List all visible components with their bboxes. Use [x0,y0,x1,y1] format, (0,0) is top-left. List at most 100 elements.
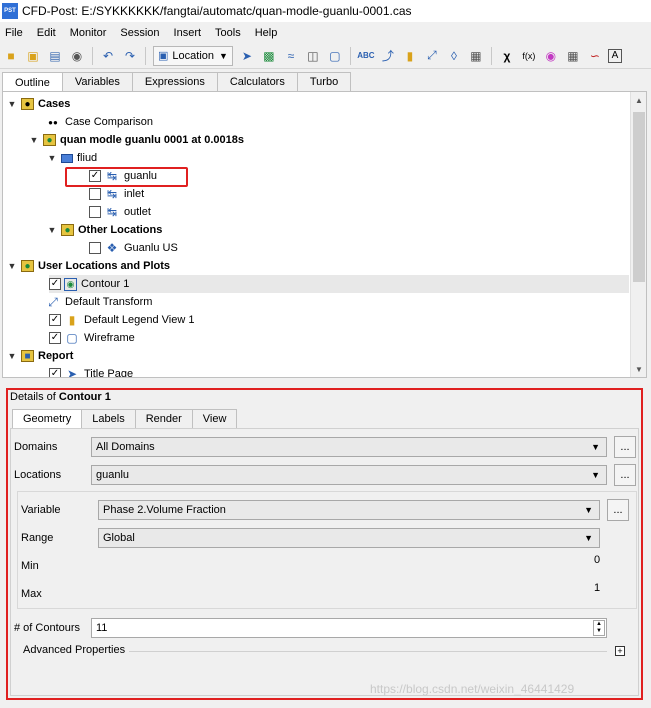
toolbar: ■ ▣ ▤ ◉ ↶ ↷ ▣ Location ▼ ➤ ▩ ≈ ◫ ▢ ABC ⤴… [0,43,651,69]
tree-scrollbar[interactable]: ▲ ▼ [630,92,646,377]
visibility-checkbox[interactable] [89,242,101,254]
text-icon[interactable]: ABC [357,47,375,65]
tree-item-default-transform[interactable]: ⤢ Default Transform [45,293,152,311]
toolbar-separator [92,46,93,65]
visibility-checkbox[interactable]: ✓ [49,332,61,344]
menu-monitor[interactable]: Monitor [63,27,114,39]
highlight-box [65,167,188,187]
outline-tree: ▼ ● Cases ●● Case Comparison ▼ ● quan mo… [2,91,647,378]
tab-expressions[interactable]: Expressions [131,72,218,91]
location-dropdown-button[interactable]: ▣ Location ▼ [153,45,233,66]
tree-item-report[interactable]: ▼ ■ Report [7,347,73,365]
load-state-icon[interactable]: ▣ [24,47,42,65]
variable-browse-button[interactable]: ... [607,499,629,521]
chevron-down-icon[interactable]: ▼ [29,135,39,145]
tree-item-other-locations[interactable]: ▼ ● Other Locations [47,221,162,239]
toolbar-separator [490,46,492,65]
redo-icon[interactable]: ↷ [121,47,139,65]
scroll-up-icon[interactable]: ▲ [631,92,646,108]
toolbar-separator [349,46,351,65]
menu-bar: File Edit Monitor Session Insert Tools H… [0,24,651,42]
expand-plus-icon[interactable]: + [615,646,625,656]
chevron-down-icon[interactable]: ▼ [7,261,17,271]
chevron-down-icon[interactable]: ▼ [7,351,17,361]
streamline-icon[interactable]: ≈ [282,47,300,65]
tab-turbo[interactable]: Turbo [296,72,352,91]
vector-icon[interactable]: ➤ [238,47,256,65]
legend-icon[interactable]: ▮ [401,47,419,65]
tree-item-case[interactable]: ▼ ● quan modle guanlu 0001 at 0.0018s [29,131,244,149]
comment-icon[interactable]: A [607,48,622,63]
tab-geometry[interactable]: Geometry [12,409,83,428]
tab-variables[interactable]: Variables [61,72,133,91]
contour-icon[interactable]: ▩ [260,47,278,65]
advanced-properties-label[interactable]: Advanced Properties [23,644,125,656]
tree-label: inlet [124,188,145,200]
tree-label: Contour 1 [81,278,130,290]
tab-labels[interactable]: Labels [81,409,136,428]
chart-icon[interactable]: ∽ [586,47,604,65]
tree-item-user-locations[interactable]: ▼ ● User Locations and Plots [7,257,170,275]
tab-calculators[interactable]: Calculators [216,72,298,91]
range-select[interactable]: Global ▼ [98,528,600,548]
scroll-down-icon[interactable]: ▼ [631,361,646,377]
menu-tools[interactable]: Tools [208,27,248,39]
tree-label: quan modle guanlu 0001 at 0.0018s [60,134,245,146]
chevron-down-icon[interactable]: ▼ [47,153,57,163]
case-comparison-icon: ●● [48,117,58,127]
clip-plane-icon[interactable]: ◊ [445,47,463,65]
tab-outline[interactable]: Outline [2,72,63,92]
tree-item-inlet[interactable]: ↹ inlet [89,185,144,203]
menu-session[interactable]: Session [113,27,166,39]
boundary-icon: ↹ [106,187,118,201]
domains-label: Domains [14,441,58,453]
locations-select[interactable]: guanlu ▼ [91,465,607,485]
menu-insert[interactable]: Insert [167,27,209,39]
tree-item-cases[interactable]: ▼ ● Cases [7,95,70,113]
variable-icon[interactable]: χ [498,47,516,65]
variable-select[interactable]: Phase 2.Volume Fraction ▼ [98,500,600,520]
details-panel: Details of Contour 1 Geometry Labels Ren… [6,388,643,700]
visibility-checkbox[interactable]: ✓ [49,278,61,290]
tree-item-case-comparison[interactable]: ●● Case Comparison [45,113,153,131]
locations-browse-button[interactable]: ... [614,464,636,486]
tree-item-contour-1[interactable]: ✓ ◉ Contour 1 [49,275,629,293]
tab-view[interactable]: View [191,409,238,428]
undo-icon[interactable]: ↶ [99,47,117,65]
menu-edit[interactable]: Edit [30,27,63,39]
color-map-icon[interactable]: ▦ [467,47,485,65]
tree-label: Title Page [84,368,134,378]
menu-help[interactable]: Help [248,27,285,39]
visibility-checkbox[interactable]: ✓ [49,368,61,377]
instance-transform-icon[interactable]: ⤢ [423,47,441,65]
tree-item-title-page[interactable]: ✓ ➤ Title Page [49,365,134,378]
coordinate-frame-icon[interactable]: ⤴ [379,47,397,65]
screenshot-icon[interactable]: ◉ [68,47,86,65]
contours-spinbox[interactable]: 11 ▲ ▼ [91,618,607,638]
visibility-checkbox[interactable]: ✓ [49,314,61,326]
max-value: 1 [594,582,601,594]
details-tabs: Geometry Labels Render View [12,409,238,428]
visibility-checkbox[interactable] [89,188,101,200]
visibility-checkbox[interactable] [89,206,101,218]
expression-icon[interactable]: f(x) [520,47,538,65]
domains-browse-button[interactable]: ... [614,436,636,458]
menu-file[interactable]: File [0,27,30,39]
spin-arrows-icon[interactable]: ▲ ▼ [593,620,605,636]
save-icon[interactable]: ▤ [46,47,64,65]
chevron-down-icon[interactable]: ▼ [7,99,17,109]
volume-rendering-icon[interactable]: ▢ [326,47,344,65]
domains-select[interactable]: All Domains ▼ [91,437,607,457]
open-folder-icon[interactable]: ■ [2,47,20,65]
macro-icon[interactable]: ◉ [542,47,560,65]
tab-render[interactable]: Render [134,409,193,428]
tree-item-outlet[interactable]: ↹ outlet [89,203,151,221]
table-icon[interactable]: ▦ [564,47,582,65]
scroll-thumb[interactable] [633,112,645,282]
particle-track-icon[interactable]: ◫ [304,47,322,65]
tree-item-guanlu-us[interactable]: ❖ Guanlu US [89,239,178,257]
chevron-down-icon[interactable]: ▼ [47,225,57,235]
tree-item-domain-fliud[interactable]: ▼ fliud [47,149,98,167]
tree-item-wireframe[interactable]: ✓ ▢ Wireframe [49,329,135,347]
tree-item-legend[interactable]: ✓ ▮ Default Legend View 1 [49,311,195,329]
